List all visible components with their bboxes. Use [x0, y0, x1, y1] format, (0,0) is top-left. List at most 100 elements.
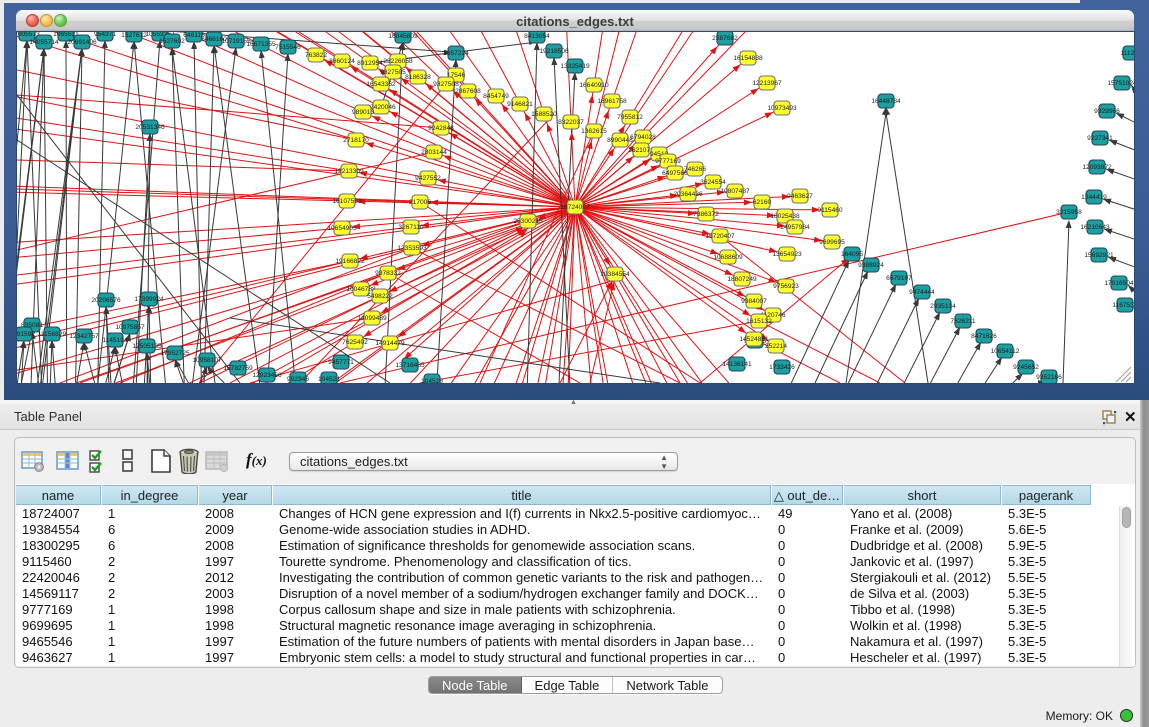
svg-text:10975857: 10975857	[115, 324, 145, 331]
svg-text:10973493: 10973493	[767, 105, 797, 112]
svg-text:19218506: 19218506	[539, 48, 569, 55]
svg-text:111234: 111234	[1120, 50, 1134, 57]
svg-text:16671355: 16671355	[246, 41, 276, 48]
svg-text:9242848: 9242848	[428, 125, 454, 132]
svg-text:1733426: 1733426	[769, 364, 795, 371]
svg-text:9463627: 9463627	[787, 193, 813, 200]
svg-text:6794028: 6794028	[630, 134, 656, 141]
svg-text:3267110: 3267110	[398, 224, 424, 231]
svg-text:1615132: 1615132	[746, 318, 772, 325]
svg-text:10958107: 10958107	[192, 357, 222, 364]
svg-text:9327508: 9327508	[433, 81, 459, 88]
svg-text:17399924: 17399924	[134, 296, 164, 303]
svg-text:17952725: 17952725	[160, 350, 190, 357]
svg-text:11156829: 11156829	[38, 331, 67, 338]
svg-text:12093872: 12093872	[1082, 164, 1112, 171]
svg-text:7955812: 7955812	[617, 114, 643, 121]
svg-text:17016504: 17016504	[1104, 280, 1134, 287]
svg-text:391592: 391592	[17, 331, 35, 338]
svg-text:7515546: 7515546	[275, 44, 301, 51]
svg-text:18807249: 18807249	[727, 276, 757, 283]
svg-text:1527612: 1527612	[121, 32, 147, 39]
svg-text:13716485: 13716485	[395, 362, 425, 369]
svg-text:2867608: 2867608	[455, 88, 481, 95]
svg-text:9777169: 9777169	[655, 158, 681, 165]
svg-text:16045809: 16045809	[388, 33, 418, 40]
svg-text:16107553: 16107553	[332, 198, 362, 205]
svg-text:2718170: 2718170	[343, 137, 369, 144]
svg-text:1145194: 1145194	[102, 337, 128, 344]
svg-text:763822: 763822	[305, 52, 327, 59]
svg-text:14055714: 14055714	[29, 39, 59, 46]
svg-text:14099489: 14099489	[357, 315, 387, 322]
svg-text:16154838: 16154838	[733, 55, 763, 62]
svg-text:7386372: 7386372	[693, 211, 719, 218]
svg-text:104521: 104521	[318, 376, 340, 383]
svg-text:9427552: 9427552	[415, 175, 441, 182]
svg-text:8660124: 8660124	[329, 58, 355, 65]
svg-text:12342757: 12342757	[69, 333, 99, 340]
svg-text:16640910: 16640910	[579, 82, 609, 89]
svg-text:14136141: 14136141	[722, 361, 752, 368]
svg-text:746266: 746266	[684, 166, 706, 173]
svg-text:5498222: 5498222	[367, 293, 393, 300]
svg-text:954371: 954371	[94, 32, 116, 38]
svg-text:9457771: 9457771	[328, 359, 354, 366]
svg-text:3357224: 3357224	[443, 50, 469, 57]
svg-text:2935134: 2935134	[930, 303, 956, 310]
svg-text:16782759: 16782759	[223, 365, 253, 372]
svg-text:9699695: 9699695	[819, 239, 845, 246]
svg-text:15692921: 15692921	[1084, 252, 1114, 259]
svg-text:19384554: 19384554	[600, 271, 630, 278]
svg-text:9146821: 9146821	[507, 101, 533, 108]
svg-text:9474444: 9474444	[909, 289, 935, 296]
svg-text:252214: 252214	[765, 343, 787, 350]
svg-text:12353593: 12353593	[397, 245, 427, 252]
svg-text:10807487: 10807487	[720, 188, 750, 195]
svg-text:20531346: 20531346	[135, 124, 165, 131]
svg-text:9329966: 9329966	[1094, 108, 1120, 115]
svg-text:14914479: 14914479	[375, 340, 405, 347]
svg-text:3215958: 3215958	[1056, 209, 1082, 216]
svg-text:1527602: 1527602	[159, 38, 185, 45]
svg-text:9352166: 9352166	[1036, 374, 1062, 381]
svg-text:12923466: 12923466	[252, 372, 282, 379]
svg-text:16543362: 16543362	[366, 81, 396, 88]
svg-text:62160: 62160	[753, 199, 772, 206]
svg-text:12213309: 12213309	[334, 168, 364, 175]
svg-text:8322037: 8322037	[558, 119, 584, 126]
svg-text:24957984: 24957984	[780, 224, 810, 231]
svg-text:23226058: 23226058	[383, 58, 413, 65]
svg-text:8186328: 8186328	[405, 74, 431, 81]
svg-text:12505135: 12505135	[132, 343, 162, 350]
svg-text:20206576: 20206576	[91, 297, 121, 304]
svg-text:19166822: 19166822	[335, 258, 365, 265]
svg-text:14524851: 14524851	[739, 336, 769, 343]
svg-text:1362615: 1362615	[581, 128, 607, 135]
svg-text:164095: 164095	[841, 251, 863, 258]
svg-text:2587682: 2587682	[712, 35, 738, 42]
svg-text:8454749: 8454749	[483, 93, 509, 100]
svg-text:13325419: 13325419	[560, 63, 590, 70]
svg-text:8471626: 8471626	[971, 333, 997, 340]
svg-text:2803144: 2803144	[421, 149, 447, 156]
svg-text:9115460: 9115460	[817, 207, 843, 214]
svg-text:6679197: 6679197	[886, 275, 912, 282]
svg-text:9327505: 9327505	[380, 69, 406, 76]
svg-text:15751024: 15751024	[1107, 80, 1134, 87]
svg-text:10688609: 10688609	[713, 254, 743, 261]
svg-text:16448784: 16448784	[871, 98, 901, 105]
svg-text:16961758: 16961758	[597, 98, 627, 105]
svg-text:15720407: 15720407	[705, 233, 735, 240]
svg-text:8912954: 8912954	[357, 60, 383, 67]
svg-text:25300215: 25300215	[513, 218, 543, 225]
svg-text:9756923: 9756923	[773, 283, 799, 290]
svg-text:12213967: 12213967	[752, 80, 782, 87]
svg-text:18724007: 18724007	[560, 204, 590, 211]
svg-text:8413054: 8413054	[524, 33, 550, 40]
svg-text:1167534: 1167534	[1112, 302, 1134, 309]
svg-text:16210643: 16210643	[1080, 224, 1110, 231]
svg-text:9227341: 9227341	[1087, 135, 1113, 142]
svg-text:9878332: 9878332	[375, 270, 401, 277]
svg-text:217006: 217006	[409, 199, 431, 206]
